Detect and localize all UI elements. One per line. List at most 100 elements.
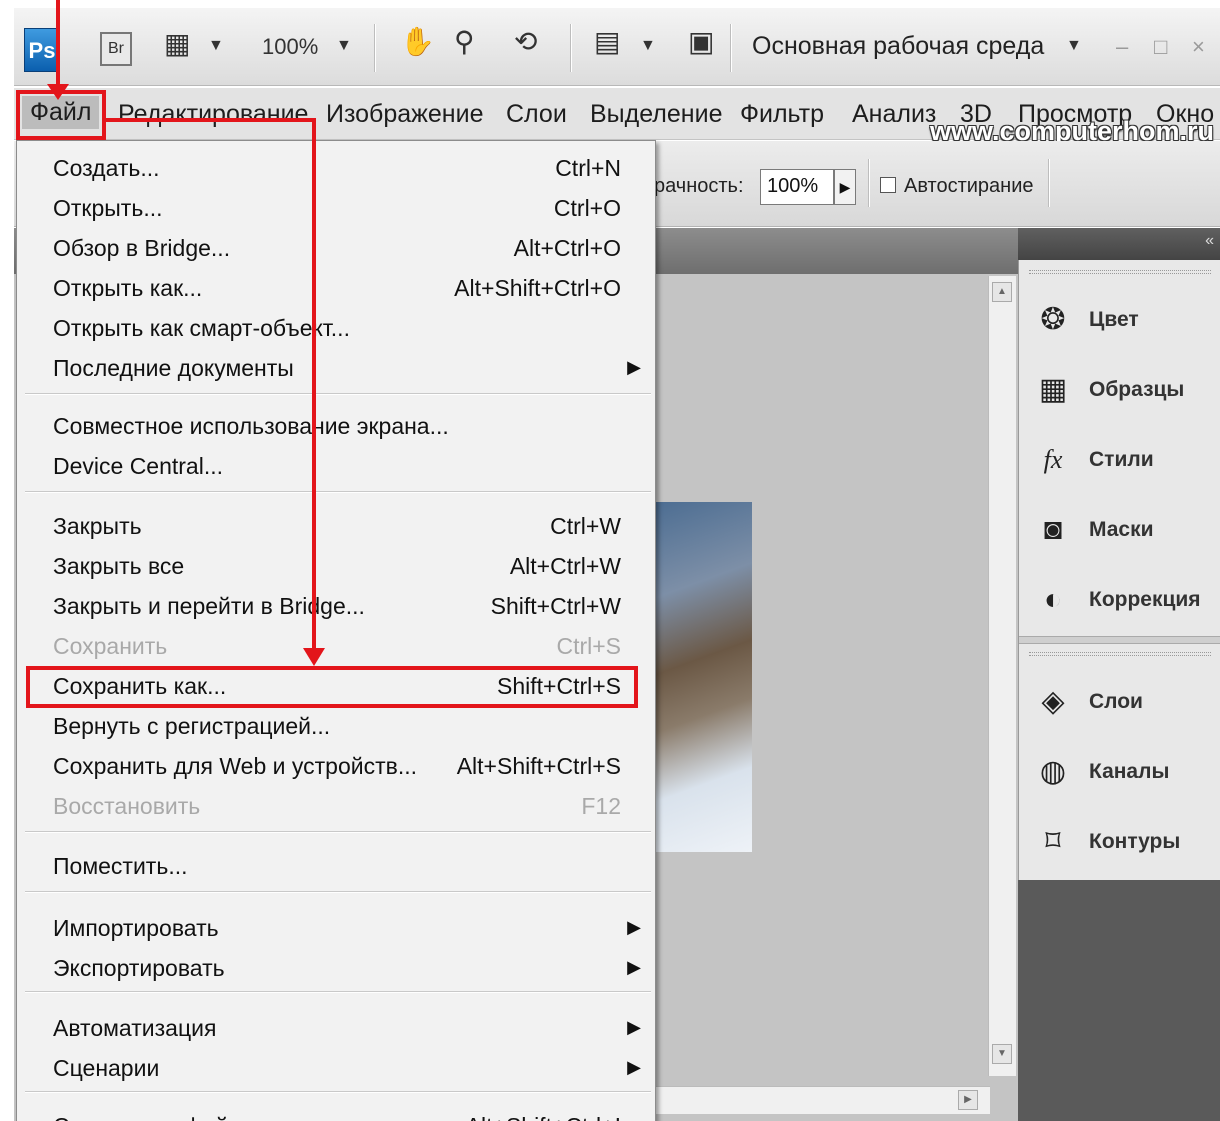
- arrange-documents-icon[interactable]: ▤: [594, 28, 620, 56]
- hand-tool-icon[interactable]: ✋: [400, 28, 435, 56]
- menu-item-label: Автоматизация: [53, 1015, 217, 1041]
- chevron-down-icon[interactable]: ▼: [1066, 38, 1082, 54]
- zoom-tool-icon[interactable]: ⚲: [454, 28, 475, 56]
- menu-item-file-info[interactable]: Сведения о файле... Alt+Shift+Ctrl+I: [17, 1107, 655, 1121]
- swatches-icon: ▦: [1038, 373, 1068, 406]
- vertical-scrollbar[interactable]: ▲ ▼: [988, 276, 1016, 1076]
- menu-item-label: Открыть как смарт-объект...: [53, 315, 350, 341]
- menu-item-check-in[interactable]: Вернуть с регистрацией...: [17, 707, 655, 747]
- menu-image[interactable]: Изображение: [326, 100, 483, 129]
- menu-item-recent-documents[interactable]: Последние документы ▶: [17, 349, 655, 389]
- menu-filter[interactable]: Фильтр: [740, 100, 824, 129]
- menu-item-place[interactable]: Поместить...: [17, 847, 655, 887]
- menu-item-close-go-bridge[interactable]: Закрыть и перейти в Bridge... Shift+Ctrl…: [17, 587, 655, 627]
- menu-separator: [25, 891, 651, 893]
- application-bar: Ps Br ▦ ▼ 100% ▼ ✋ ⚲ ⟲ ▤ ▼ ▣ Основная ра…: [14, 8, 1220, 86]
- menu-item-label: Сценарии: [53, 1055, 160, 1081]
- menu-item-share-screen[interactable]: Совместное использование экрана...: [17, 407, 655, 447]
- menu-item-import[interactable]: Импортировать ▶: [17, 909, 655, 949]
- menu-item-label: Закрыть все: [53, 553, 185, 579]
- opacity-input[interactable]: 100%: [760, 169, 834, 205]
- horizontal-scrollbar[interactable]: ▶: [640, 1086, 990, 1114]
- menu-item-device-central[interactable]: Device Central...: [17, 447, 655, 487]
- options-divider: [1048, 159, 1050, 207]
- chevron-down-icon[interactable]: ▼: [640, 38, 656, 54]
- minimize-button[interactable]: –: [1116, 34, 1128, 60]
- menu-item-automate[interactable]: Автоматизация ▶: [17, 1009, 655, 1049]
- panel-channels[interactable]: ◍ Каналы: [1035, 746, 1215, 796]
- channels-icon: ◍: [1039, 755, 1067, 788]
- menu-item-shortcut: Ctrl+O: [553, 195, 621, 221]
- menu-item-shortcut: F12: [581, 793, 621, 819]
- menu-select[interactable]: Выделение: [590, 100, 722, 129]
- panel-paths[interactable]: ⌑ Контуры: [1035, 816, 1215, 866]
- workspace-switcher[interactable]: Основная рабочая среда: [752, 32, 1044, 61]
- scroll-up-icon[interactable]: ▲: [992, 282, 1012, 302]
- dock-grip[interactable]: [1029, 652, 1211, 656]
- options-divider: [868, 159, 870, 207]
- toolbar-divider: [570, 24, 572, 72]
- styles-icon: fx: [1043, 445, 1063, 474]
- annotation-save-as-highlight: [26, 666, 638, 708]
- panel-header: «: [1018, 228, 1220, 260]
- panel-label: Образцы: [1089, 378, 1185, 401]
- paths-icon: ⌑: [1045, 825, 1061, 858]
- menu-item-label: Закрыть: [53, 513, 142, 539]
- panel-empty-area: [1018, 880, 1220, 1121]
- panel-dock: ❂ Цвет ▦ Образцы fx Стили ◙ Маски ◐ Корр…: [1018, 260, 1220, 880]
- bridge-button[interactable]: Br: [100, 32, 132, 66]
- menu-item-open-smart-object[interactable]: Открыть как смарт-объект...: [17, 309, 655, 349]
- annotation-arrow: [312, 118, 316, 654]
- panel-adjustments[interactable]: ◐ Коррекция: [1035, 574, 1215, 624]
- panel-color[interactable]: ❂ Цвет: [1035, 294, 1215, 344]
- collapse-panels-icon[interactable]: «: [1205, 232, 1214, 250]
- maximize-button[interactable]: □: [1154, 34, 1167, 60]
- menu-item-close[interactable]: Закрыть Ctrl+W: [17, 507, 655, 547]
- menu-item-label: Последние документы: [53, 355, 294, 381]
- panel-label: Каналы: [1089, 760, 1170, 783]
- close-button[interactable]: ×: [1192, 34, 1205, 60]
- panel-layers[interactable]: ◈ Слои: [1035, 676, 1215, 726]
- scroll-right-icon[interactable]: ▶: [958, 1090, 978, 1110]
- zoom-level[interactable]: 100%: [262, 34, 318, 60]
- autoerase-checkbox[interactable]: [880, 177, 896, 193]
- panel-label: Цвет: [1089, 308, 1139, 331]
- menu-item-open[interactable]: Открыть... Ctrl+O: [17, 189, 655, 229]
- menu-edit[interactable]: Редактирование: [118, 100, 308, 129]
- screen-mode-icon[interactable]: ▦: [164, 30, 190, 58]
- menu-layers[interactable]: Слои: [506, 100, 567, 129]
- menu-item-shortcut: Ctrl+W: [550, 513, 621, 539]
- layers-icon: ◈: [1041, 685, 1065, 718]
- chevron-down-icon[interactable]: ▼: [208, 38, 224, 54]
- panel-styles[interactable]: fx Стили: [1035, 434, 1215, 484]
- menu-item-label: Обзор в Bridge...: [53, 235, 231, 261]
- menu-separator: [25, 831, 651, 833]
- scroll-down-icon[interactable]: ▼: [992, 1044, 1012, 1064]
- menu-item-open-as[interactable]: Открыть как... Alt+Shift+Ctrl+O: [17, 269, 655, 309]
- opacity-arrow-icon[interactable]: ▶: [834, 169, 856, 205]
- dock-divider: [1019, 636, 1220, 644]
- photoshop-logo[interactable]: Ps: [24, 28, 60, 72]
- menu-item-label: Сохранить для Web и устройств...: [53, 753, 418, 779]
- panel-label: Контуры: [1089, 830, 1181, 853]
- menu-item-export[interactable]: Экспортировать ▶: [17, 949, 655, 989]
- menu-item-save-for-web[interactable]: Сохранить для Web и устройств... Alt+Shi…: [17, 747, 655, 787]
- menu-item-scripts[interactable]: Сценарии ▶: [17, 1049, 655, 1089]
- menu-separator: [25, 491, 651, 493]
- menu-analysis[interactable]: Анализ: [852, 100, 936, 129]
- menu-item-save[interactable]: Сохранить Ctrl+S: [17, 627, 655, 667]
- panel-swatches[interactable]: ▦ Образцы: [1035, 364, 1215, 414]
- menu-item-label: Device Central...: [53, 453, 224, 479]
- menu-item-new[interactable]: Создать... Ctrl+N: [17, 149, 655, 189]
- menu-item-browse-bridge[interactable]: Обзор в Bridge... Alt+Ctrl+O: [17, 229, 655, 269]
- dock-grip[interactable]: [1029, 270, 1211, 274]
- menu-item-close-all[interactable]: Закрыть все Alt+Ctrl+W: [17, 547, 655, 587]
- menu-item-shortcut: Ctrl+S: [556, 633, 621, 659]
- menu-item-revert[interactable]: Восстановить F12: [17, 787, 655, 827]
- menu-item-label: Создать...: [53, 155, 160, 181]
- submenu-arrow-icon: ▶: [627, 1057, 641, 1077]
- chevron-down-icon[interactable]: ▼: [336, 38, 352, 54]
- panel-masks[interactable]: ◙ Маски: [1035, 504, 1215, 554]
- screen-mode-icon[interactable]: ▣: [688, 28, 714, 56]
- rotate-view-icon[interactable]: ⟲: [514, 28, 537, 56]
